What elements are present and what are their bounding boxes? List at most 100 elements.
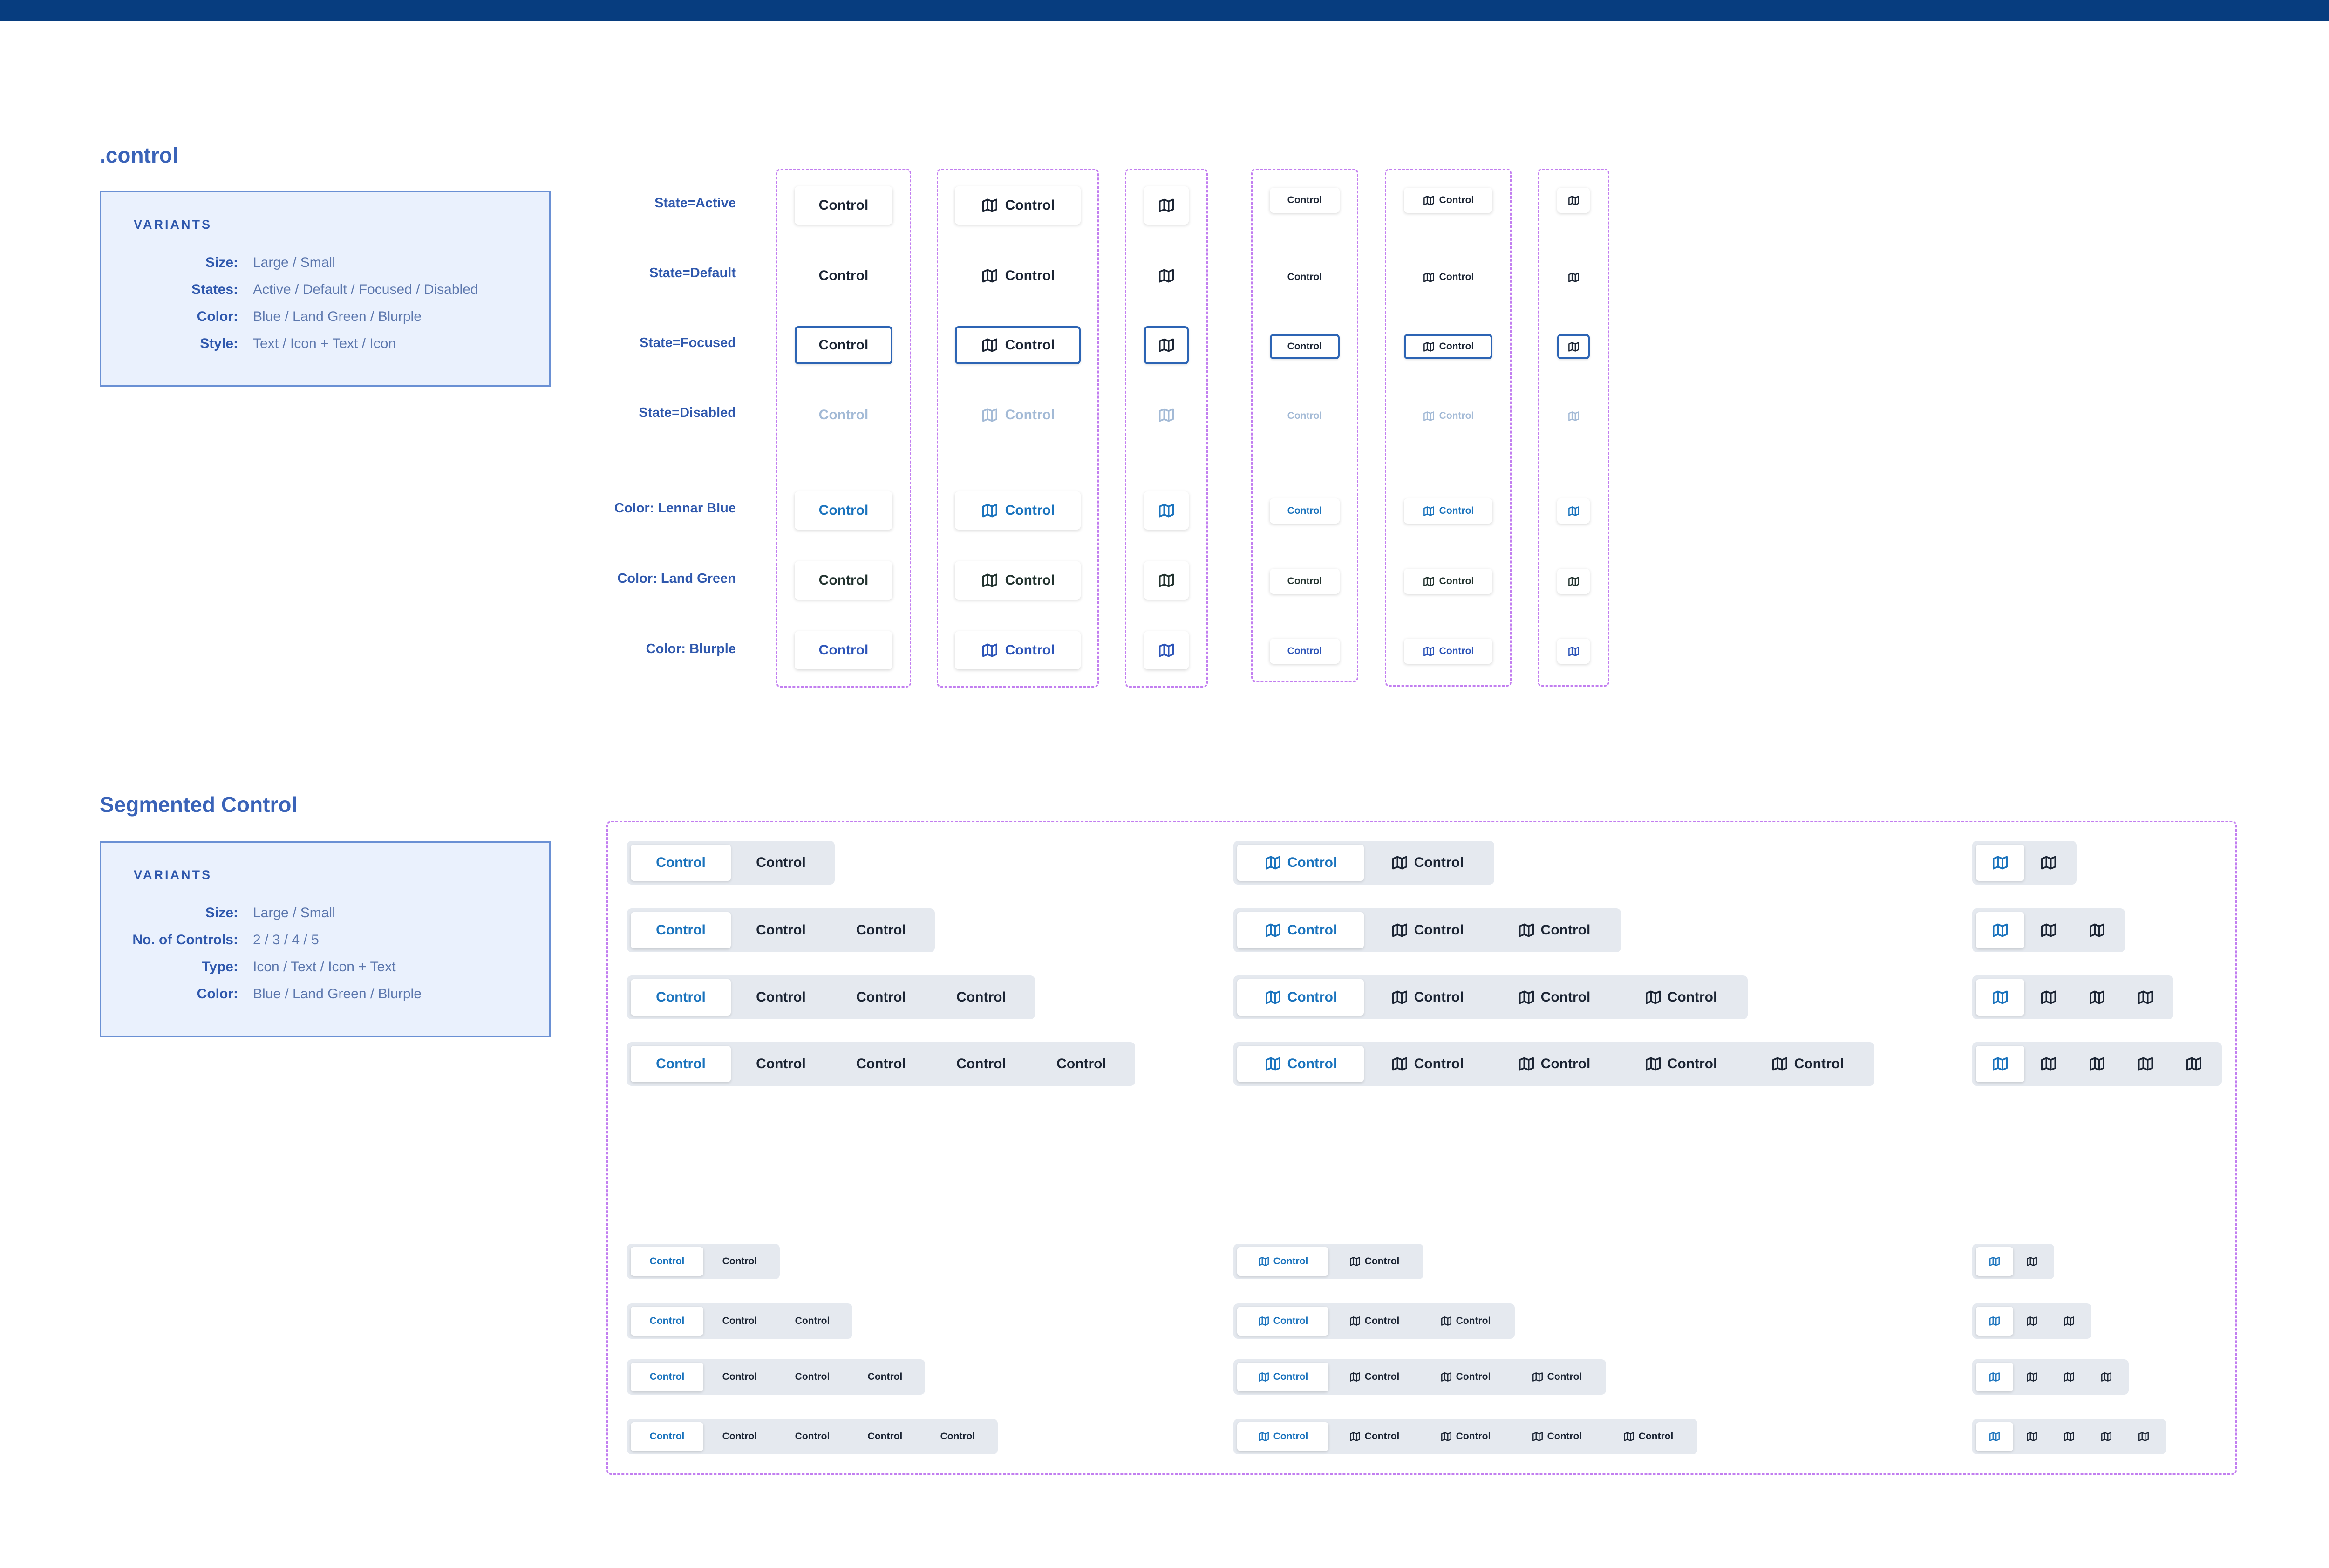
segment-item[interactable]: Control — [1328, 1307, 1420, 1336]
segment-item[interactable]: Control — [849, 1363, 921, 1391]
segment-item[interactable] — [2013, 1247, 2050, 1276]
segment-item[interactable]: Control — [776, 1307, 849, 1336]
segment-item-active[interactable] — [1976, 1363, 2013, 1391]
segment-item[interactable]: Control — [1328, 1422, 1420, 1451]
control-button[interactable]: Control — [1270, 498, 1340, 524]
control-button[interactable]: Control — [955, 631, 1081, 669]
control-button[interactable]: Control — [795, 561, 892, 600]
segment-item[interactable]: Control — [731, 1046, 831, 1082]
control-button[interactable]: Control — [1270, 334, 1340, 359]
segment-item-active[interactable] — [1976, 1422, 2013, 1451]
segment-item-active[interactable]: Control — [631, 1363, 703, 1391]
segment-item-active[interactable]: Control — [631, 1422, 703, 1451]
segment-item[interactable]: Control — [1364, 845, 1491, 881]
segment-item[interactable]: Control — [731, 979, 831, 1016]
control-icon-button[interactable] — [1557, 639, 1590, 664]
segment-item[interactable]: Control — [1328, 1363, 1420, 1391]
segment-item[interactable]: Control — [831, 979, 931, 1016]
segment-item[interactable]: Control — [1617, 1046, 1744, 1082]
control-button[interactable]: Control — [795, 326, 892, 364]
control-icon-button[interactable] — [1557, 188, 1590, 213]
segment-item[interactable] — [2170, 1046, 2218, 1082]
segment-item[interactable]: Control — [849, 1422, 921, 1451]
segment-item[interactable]: Control — [921, 1422, 994, 1451]
segment-item[interactable] — [2073, 912, 2121, 948]
segment-item[interactable] — [2013, 1422, 2050, 1451]
control-button[interactable]: Control — [1404, 188, 1492, 213]
segment-item[interactable] — [2013, 1307, 2050, 1336]
segment-item[interactable]: Control — [1491, 912, 1617, 948]
control-icon-button[interactable] — [1144, 257, 1189, 295]
segment-item-active[interactable] — [1976, 912, 2024, 948]
segment-item[interactable] — [2088, 1363, 2125, 1391]
control-icon-button[interactable] — [1557, 498, 1590, 524]
control-button[interactable]: Control — [795, 631, 892, 669]
segment-item[interactable]: Control — [776, 1422, 849, 1451]
segment-item[interactable]: Control — [731, 912, 831, 948]
segment-item[interactable]: Control — [1744, 1046, 1871, 1082]
segment-item[interactable] — [2050, 1307, 2088, 1336]
segment-item-active[interactable] — [1976, 1307, 2013, 1336]
segment-item-active[interactable] — [1976, 1046, 2024, 1082]
segment-item[interactable]: Control — [703, 1422, 776, 1451]
segment-item-active[interactable]: Control — [1237, 1247, 1328, 1276]
segment-item[interactable]: Control — [1420, 1422, 1511, 1451]
segment-item[interactable] — [2050, 1422, 2088, 1451]
control-button[interactable]: Control — [1404, 334, 1492, 359]
segment-item-active[interactable]: Control — [631, 1247, 703, 1276]
segment-item[interactable]: Control — [831, 1046, 931, 1082]
segment-item[interactable]: Control — [1364, 912, 1491, 948]
segment-item[interactable]: Control — [1031, 1046, 1131, 1082]
segment-item[interactable]: Control — [703, 1363, 776, 1391]
segment-item-active[interactable]: Control — [631, 1046, 731, 1082]
segment-item[interactable] — [2024, 912, 2073, 948]
segment-item[interactable]: Control — [1491, 1046, 1617, 1082]
segment-item-active[interactable] — [1976, 979, 2024, 1016]
segment-item[interactable]: Control — [1617, 979, 1744, 1016]
segment-item[interactable] — [2024, 845, 2073, 881]
segment-item-active[interactable]: Control — [631, 979, 731, 1016]
segment-item[interactable] — [2024, 979, 2073, 1016]
segment-item[interactable]: Control — [731, 845, 831, 881]
segment-item-active[interactable] — [1976, 1247, 2013, 1276]
segment-item[interactable] — [2121, 979, 2170, 1016]
control-icon-button[interactable] — [1144, 326, 1189, 364]
segment-item[interactable]: Control — [1602, 1422, 1694, 1451]
segment-item[interactable] — [2088, 1422, 2125, 1451]
control-icon-button[interactable] — [1144, 186, 1189, 225]
segment-item[interactable] — [2073, 1046, 2121, 1082]
segment-item[interactable]: Control — [831, 912, 931, 948]
segment-item-active[interactable]: Control — [631, 845, 731, 881]
control-icon-button[interactable] — [1144, 491, 1189, 530]
control-button[interactable]: Control — [795, 491, 892, 530]
segment-item-active[interactable]: Control — [1237, 1422, 1328, 1451]
segment-item[interactable]: Control — [931, 1046, 1031, 1082]
segment-item[interactable]: Control — [1511, 1422, 1602, 1451]
segment-item[interactable]: Control — [776, 1363, 849, 1391]
segment-item[interactable]: Control — [1328, 1247, 1420, 1276]
segment-item-active[interactable]: Control — [1237, 912, 1364, 948]
control-icon-button[interactable] — [1557, 334, 1590, 359]
segment-item-active[interactable]: Control — [631, 912, 731, 948]
control-button[interactable]: Control — [795, 186, 892, 225]
control-button[interactable]: Control — [1270, 265, 1340, 290]
segment-item-active[interactable] — [1976, 845, 2024, 881]
control-button[interactable]: Control — [1270, 569, 1340, 594]
segment-item[interactable]: Control — [1364, 1046, 1491, 1082]
segment-item[interactable]: Control — [1420, 1307, 1511, 1336]
segment-item[interactable]: Control — [1491, 979, 1617, 1016]
segment-item[interactable]: Control — [1420, 1363, 1511, 1391]
control-button[interactable]: Control — [1404, 569, 1492, 594]
control-button[interactable]: Control — [1404, 265, 1492, 290]
segment-item[interactable] — [2024, 1046, 2073, 1082]
segment-item-active[interactable]: Control — [1237, 845, 1364, 881]
segment-item[interactable]: Control — [703, 1247, 776, 1276]
segment-item[interactable] — [2050, 1363, 2088, 1391]
segment-item-active[interactable]: Control — [1237, 1307, 1328, 1336]
segment-item[interactable]: Control — [703, 1307, 776, 1336]
control-button[interactable]: Control — [955, 326, 1081, 364]
segment-item[interactable]: Control — [1364, 979, 1491, 1016]
control-button[interactable]: Control — [1404, 639, 1492, 664]
control-button[interactable]: Control — [955, 491, 1081, 530]
segment-item[interactable] — [2121, 1046, 2170, 1082]
